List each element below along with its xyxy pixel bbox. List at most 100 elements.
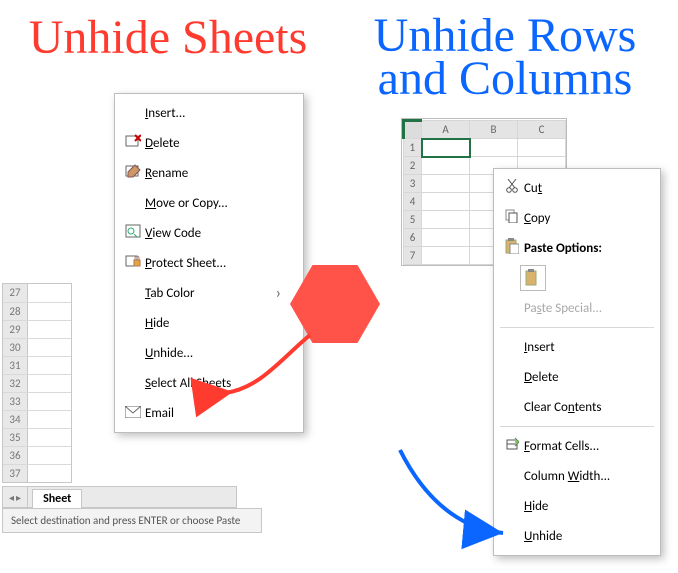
col-menu-cut[interactable]: Cut [494, 173, 660, 203]
cell[interactable] [28, 447, 71, 464]
sheet-menu-protect-sheet[interactable]: Protect Sheet... [115, 248, 303, 278]
cell[interactable] [28, 339, 71, 356]
cell[interactable] [28, 375, 71, 392]
col-menu-clear-contents[interactable]: Clear Contents [494, 392, 660, 422]
code-icon [121, 223, 145, 243]
col-header[interactable]: C [518, 121, 566, 139]
row-header[interactable]: 27 [3, 284, 28, 302]
ren-icon [121, 163, 145, 183]
copy-icon [500, 209, 524, 227]
sheet-menu-email[interactable]: Email [115, 398, 303, 428]
row-header[interactable]: 32 [3, 375, 28, 392]
menu-item-label: Insert [524, 340, 638, 355]
row-header[interactable]: 1 [404, 139, 422, 157]
col-menu-paste-options[interactable]: Paste Options: [494, 233, 660, 263]
cell[interactable] [28, 303, 71, 320]
title-right-line1: Unhide Rows [374, 9, 637, 62]
paste-icon [500, 238, 524, 258]
menu-item-label: Tab Color [145, 286, 256, 301]
row-header[interactable]: 2 [404, 157, 422, 175]
cell[interactable] [28, 393, 71, 410]
paste-option-button[interactable] [520, 265, 546, 291]
row-header[interactable]: 7 [404, 247, 422, 265]
col-header[interactable]: A [422, 121, 470, 139]
sheet-nav-next-icon[interactable]: ▸ [16, 491, 21, 504]
del-icon [121, 133, 145, 153]
cell[interactable] [28, 284, 71, 302]
menu-item-label: Clear Contents [524, 400, 638, 415]
prot-icon [121, 253, 145, 273]
cell[interactable] [28, 357, 71, 374]
sheet-nav-buttons[interactable]: ◂ ▸ [3, 487, 28, 507]
cell[interactable] [518, 139, 566, 157]
row-header[interactable]: 4 [404, 193, 422, 211]
menu-item-label: Paste Special... [524, 301, 638, 316]
sheet-menu-hide[interactable]: Hide [115, 308, 303, 338]
cell[interactable] [28, 429, 71, 446]
cell[interactable] [422, 229, 470, 247]
col-menu-insert[interactable]: Insert [494, 332, 660, 362]
row-header[interactable]: 31 [3, 357, 28, 374]
col-menu-column-width[interactable]: Column Width... [494, 461, 660, 491]
cell[interactable] [28, 411, 71, 428]
cell[interactable] [422, 157, 470, 175]
cut-icon [500, 179, 524, 197]
sheet-menu-view-code[interactable]: View Code [115, 218, 303, 248]
menu-item-label: Paste Options: [524, 241, 638, 256]
sheet-tab-bar: ◂ ▸ Sheet [2, 486, 237, 508]
sheet-menu-tab-color[interactable]: Tab Color › [115, 278, 303, 308]
row-header[interactable]: 3 [404, 175, 422, 193]
row-header[interactable]: 30 [3, 339, 28, 356]
sheet-menu-rename[interactable]: Rename [115, 158, 303, 188]
col-header[interactable]: B [470, 121, 518, 139]
sheet-menu-move-or-copy[interactable]: Move or Copy... [115, 188, 303, 218]
cell[interactable] [28, 321, 71, 338]
submenu-arrow-icon: › [276, 284, 281, 303]
title-right-line2: and Columns [340, 57, 670, 100]
col-menu-unhide[interactable]: Unhide [494, 521, 660, 551]
cell[interactable] [28, 465, 71, 482]
sheet-nav-prev-icon[interactable]: ◂ [9, 491, 14, 504]
cell[interactable] [422, 211, 470, 229]
menu-item-label: Format Cells... [524, 439, 638, 454]
status-bar: Select destination and press ENTER or ch… [2, 508, 262, 533]
row-header[interactable]: 33 [3, 393, 28, 410]
col-menu-hide[interactable]: Hide [494, 491, 660, 521]
sheet-menu-unhide[interactable]: Unhide... [115, 338, 303, 368]
row-header[interactable]: 34 [3, 411, 28, 428]
menu-item-label: Unhide... [145, 346, 281, 361]
left-sheet-grid: 2728293031323334353637 [2, 283, 72, 483]
cell[interactable] [470, 139, 518, 157]
sheet-menu-delete[interactable]: Delete [115, 128, 303, 158]
sheet-menu-select-all-sheets[interactable]: Select All Sheets [115, 368, 303, 398]
menu-item-label: Delete [524, 370, 638, 385]
row-header[interactable]: 6 [404, 229, 422, 247]
col-menu-copy[interactable]: Copy [494, 203, 660, 233]
fmt-icon [500, 437, 524, 455]
sheet-tab-context-menu: Insert... Delete Rename Move or Copy... View… [114, 93, 304, 433]
row-column-context-menu: Cut Copy Paste Options: Paste Special... Ins… [493, 168, 661, 556]
menu-item-label: Hide [524, 499, 638, 514]
row-header[interactable]: 37 [3, 465, 28, 482]
menu-item-label: Column Width... [524, 469, 638, 484]
cell[interactable] [422, 193, 470, 211]
select-all-corner[interactable] [404, 121, 422, 139]
menu-item-label: Cut [524, 181, 638, 196]
menu-item-label: Rename [145, 166, 281, 181]
sheet-menu-insert[interactable]: Insert... [115, 98, 303, 128]
col-menu-delete[interactable]: Delete [494, 362, 660, 392]
menu-item-label: View Code [145, 226, 281, 241]
row-header[interactable]: 28 [3, 303, 28, 320]
row-header[interactable]: 35 [3, 429, 28, 446]
sheet-tab[interactable]: Sheet [32, 489, 82, 508]
row-header[interactable]: 5 [404, 211, 422, 229]
menu-item-label: Select All Sheets [145, 376, 281, 391]
cell[interactable] [422, 175, 470, 193]
col-menu-format-cells[interactable]: Format Cells... [494, 431, 660, 461]
menu-item-label: Hide [145, 316, 281, 331]
cell[interactable] [422, 247, 470, 265]
row-header[interactable]: 29 [3, 321, 28, 338]
row-header[interactable]: 36 [3, 447, 28, 464]
cell[interactable] [422, 139, 470, 157]
menu-item-label: Delete [145, 136, 281, 151]
